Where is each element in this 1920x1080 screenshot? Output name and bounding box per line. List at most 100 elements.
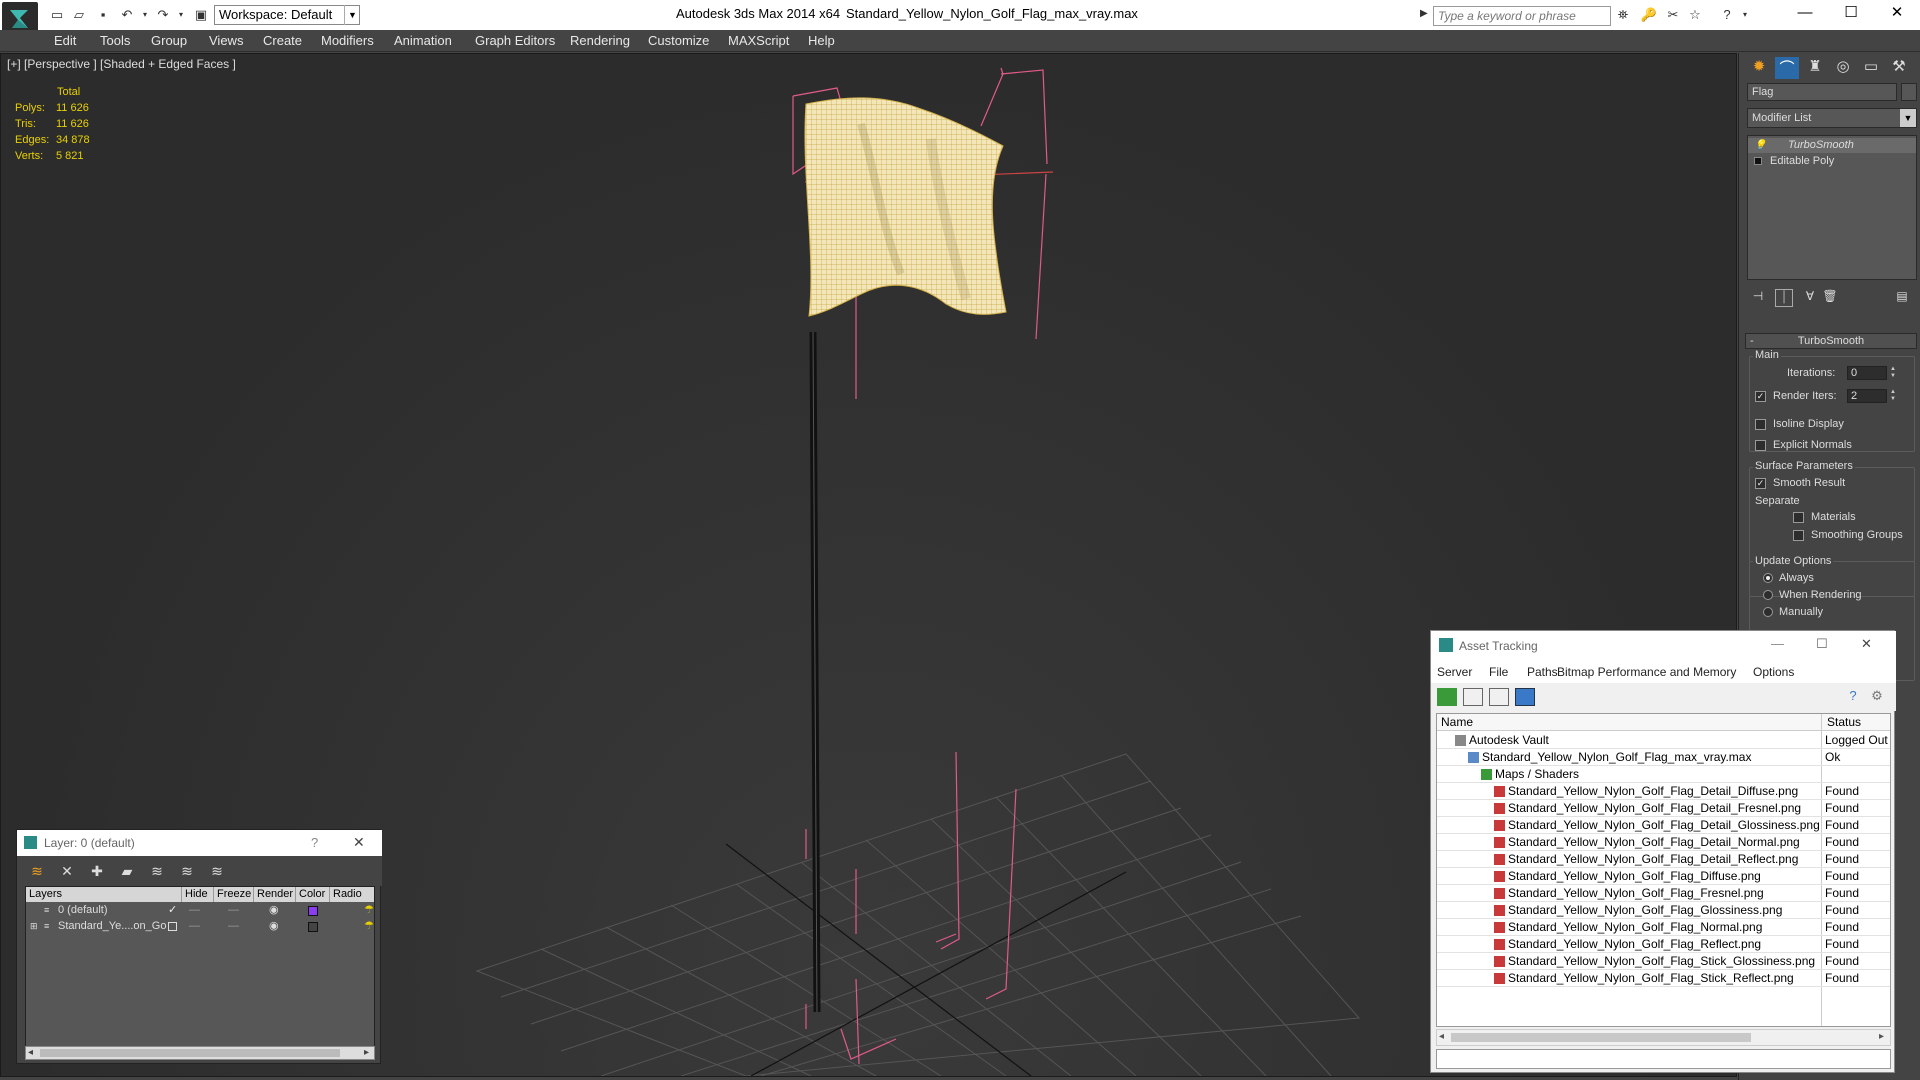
asset-menu-file[interactable]: File <box>1489 665 1508 679</box>
hide-toggle-icon[interactable]: — <box>189 919 200 934</box>
make-unique-icon[interactable]: ∀ <box>1801 289 1819 307</box>
refresh-icon[interactable] <box>1437 688 1457 706</box>
asset-row[interactable]: Standard_Yellow_Nylon_Golf_Flag_Reflect.… <box>1437 936 1890 953</box>
render-toggle-icon[interactable]: ◉ <box>269 903 279 918</box>
workspace-dropdown-icon[interactable]: ▼ <box>344 5 360 25</box>
asset-path-field[interactable] <box>1436 1049 1891 1069</box>
hide-all-icon[interactable]: ≋ <box>177 862 197 880</box>
column-hide[interactable]: Hide <box>182 887 214 902</box>
asset-row[interactable]: Maps / Shaders <box>1437 766 1890 783</box>
layer-icon[interactable]: ≋ <box>27 862 47 880</box>
minimize-icon[interactable]: — <box>1782 0 1828 26</box>
hierarchy-tab-icon[interactable]: ♜ <box>1803 57 1827 79</box>
spinner-arrows-icon[interactable]: ▲ ▼ <box>1889 366 1897 380</box>
communication-icon[interactable]: ✂ <box>1664 6 1682 24</box>
layer-horizontal-scrollbar[interactable]: ◂ ▸ <box>25 1046 375 1060</box>
materials-checkbox[interactable] <box>1793 512 1804 523</box>
configure-sets-icon[interactable]: ▤ <box>1893 289 1911 307</box>
manually-radio[interactable] <box>1763 607 1773 617</box>
expand-icon[interactable] <box>1754 157 1762 165</box>
object-color-swatch[interactable] <box>1901 83 1917 101</box>
select-objects-icon[interactable]: ▰ <box>117 862 137 880</box>
column-status[interactable]: Status <box>1827 715 1861 729</box>
smooth-result-checkbox[interactable]: ✓ <box>1755 478 1766 489</box>
binoculars-icon[interactable]: ⛯ <box>1614 6 1632 24</box>
project-folder-icon[interactable]: ▣ <box>192 6 210 24</box>
menu-animation[interactable]: Animation <box>394 33 452 48</box>
column-divider[interactable] <box>1821 714 1822 731</box>
add-to-layer-icon[interactable]: ✚ <box>87 862 107 880</box>
help-icon[interactable]: ? <box>1843 688 1863 706</box>
menu-edit[interactable]: Edit <box>54 33 76 48</box>
undo-dropdown-icon[interactable]: ▾ <box>136 6 154 24</box>
menu-customize[interactable]: Customize <box>648 33 709 48</box>
hide-toggle-icon[interactable]: — <box>189 903 200 918</box>
layer-row-flag[interactable]: ⊞ ≡ Standard_Ye....on_Go — — ◉ ☂ <box>26 919 374 934</box>
column-radio[interactable]: Radio <box>330 887 374 902</box>
asset-row[interactable]: Standard_Yellow_Nylon_Golf_Flag_max_vray… <box>1437 749 1890 766</box>
utilities-tab-icon[interactable]: ⚒ <box>1887 57 1911 79</box>
column-name[interactable]: Name <box>1441 715 1473 729</box>
asset-horizontal-scrollbar[interactable]: ◂ ▸ <box>1436 1029 1891 1046</box>
menu-modifiers[interactable]: Modifiers <box>321 33 374 48</box>
scroll-thumb[interactable] <box>40 1049 340 1057</box>
asset-row[interactable]: Standard_Yellow_Nylon_Golf_Flag_Detail_N… <box>1437 834 1890 851</box>
menu-tools[interactable]: Tools <box>100 33 130 48</box>
redo-icon[interactable]: ↷ <box>154 6 172 24</box>
scroll-left-icon[interactable]: ◂ <box>1439 1031 1444 1042</box>
save-file-icon[interactable]: ▪ <box>94 6 112 24</box>
menu-graph-editors[interactable]: Graph Editors <box>475 33 555 48</box>
explicit-normals-checkbox[interactable] <box>1755 440 1766 451</box>
help-icon[interactable]: ? <box>1718 6 1736 24</box>
scroll-right-icon[interactable]: ▸ <box>1879 1031 1884 1042</box>
minimize-icon[interactable]: — <box>1771 636 1784 651</box>
menu-maxscript[interactable]: MAXScript <box>728 33 789 48</box>
close-icon[interactable]: ✕ <box>353 834 365 851</box>
spinner-arrows-icon[interactable]: ▲ ▼ <box>1889 389 1897 403</box>
maximize-icon[interactable]: ☐ <box>1816 636 1828 652</box>
subscription-icon[interactable]: 🔑 <box>1640 6 1658 24</box>
render-iters-checkbox[interactable]: ✓ <box>1755 391 1766 402</box>
lightbulb-icon[interactable]: 💡 <box>1754 138 1766 153</box>
close-icon[interactable]: ✕ <box>1861 636 1872 652</box>
modify-tab-icon[interactable]: ⌒ <box>1775 57 1799 79</box>
asset-row[interactable]: Standard_Yellow_Nylon_Golf_Flag_Fresnel.… <box>1437 885 1890 902</box>
new-file-icon[interactable]: ▭ <box>48 6 66 24</box>
always-radio[interactable] <box>1763 573 1773 583</box>
list-view-icon[interactable] <box>1463 688 1483 706</box>
active-layer-checkbox[interactable] <box>168 922 177 931</box>
freeze-all-icon[interactable]: ≋ <box>207 862 227 880</box>
asset-row[interactable]: Standard_Yellow_Nylon_Golf_Flag_Diffuse.… <box>1437 868 1890 885</box>
search-expand-icon[interactable]: ▶ <box>1420 8 1428 19</box>
asset-row[interactable]: Standard_Yellow_Nylon_Golf_Flag_Normal.p… <box>1437 919 1890 936</box>
when-rendering-radio[interactable] <box>1763 590 1773 600</box>
stack-item-editable-poly[interactable]: Editable Poly <box>1748 154 1916 169</box>
expand-icon[interactable]: ⊞ <box>30 919 38 934</box>
open-file-icon[interactable]: ▱ <box>70 6 88 24</box>
favorites-star-icon[interactable]: ☆ <box>1686 6 1704 24</box>
asset-row[interactable]: Standard_Yellow_Nylon_Golf_Flag_Glossine… <box>1437 902 1890 919</box>
settings-gear-icon[interactable]: ⚙ <box>1867 688 1887 706</box>
active-layer-check-icon[interactable]: ✓ <box>168 903 177 918</box>
turbosmooth-rollout-header[interactable]: - TurboSmooth <box>1745 333 1917 349</box>
undo-icon[interactable]: ↶ <box>118 6 136 24</box>
render-iters-spinner[interactable]: 2 <box>1847 389 1887 403</box>
menu-help[interactable]: Help <box>808 33 835 48</box>
table-view-icon[interactable] <box>1515 688 1535 706</box>
menu-views[interactable]: Views <box>209 33 243 48</box>
asset-row[interactable]: Standard_Yellow_Nylon_Golf_Flag_Detail_F… <box>1437 800 1890 817</box>
column-render[interactable]: Render <box>254 887 296 902</box>
asset-row[interactable]: Standard_Yellow_Nylon_Golf_Flag_Detail_R… <box>1437 851 1890 868</box>
redo-dropdown-icon[interactable]: ▾ <box>172 6 190 24</box>
radiosity-icon[interactable]: ☂ <box>364 919 374 934</box>
menu-rendering[interactable]: Rendering <box>570 33 630 48</box>
display-tab-icon[interactable]: ▭ <box>1859 57 1883 79</box>
close-icon[interactable]: ✕ <box>1874 0 1920 26</box>
asset-menu-bitmap[interactable]: Bitmap Performance and Memory <box>1557 665 1736 679</box>
help-icon[interactable]: ? <box>311 835 318 850</box>
layer-color-swatch[interactable] <box>308 922 318 932</box>
asset-row[interactable]: Standard_Yellow_Nylon_Golf_Flag_Detail_D… <box>1437 783 1890 800</box>
stack-item-turbosmooth[interactable]: 💡 TurboSmooth <box>1748 138 1916 153</box>
radiosity-icon[interactable]: ☂ <box>364 903 374 918</box>
scroll-left-icon[interactable]: ◂ <box>28 1047 33 1058</box>
